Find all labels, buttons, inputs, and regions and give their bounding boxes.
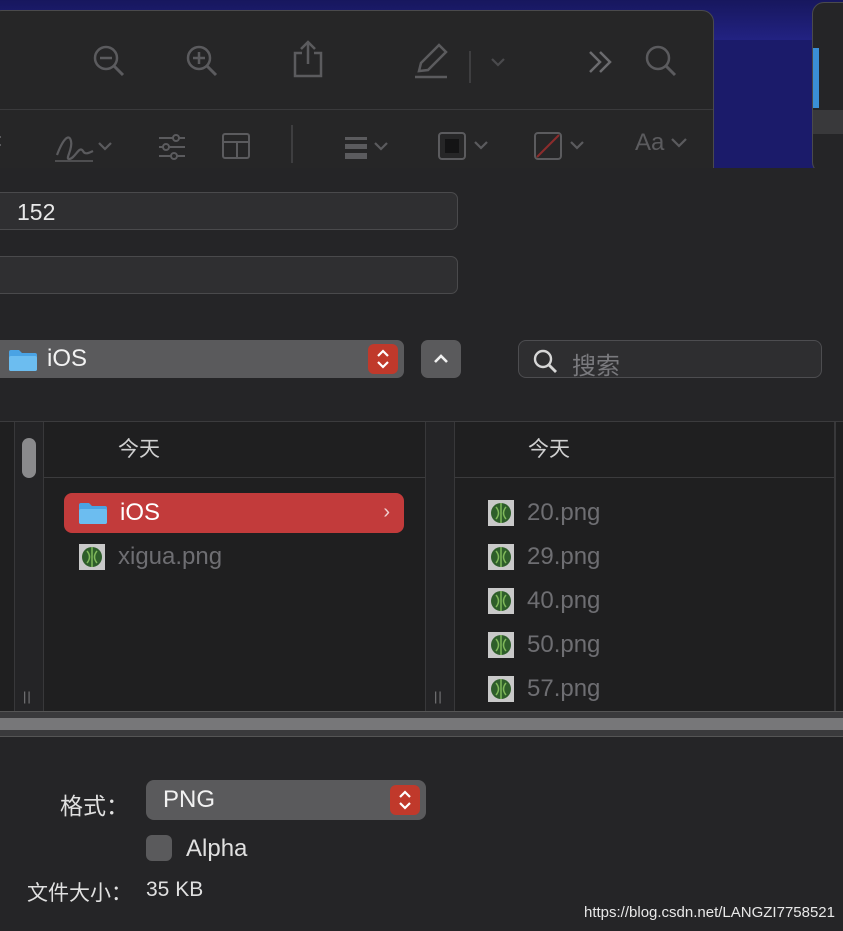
alpha-label: Alpha [186,835,248,862]
border-color-icon[interactable] [437,131,495,161]
layout-icon[interactable] [221,132,251,160]
fill-color-icon[interactable] [533,131,591,161]
scroll-thumb[interactable] [22,438,36,478]
column-resize-handle[interactable]: || [434,689,443,704]
format-select[interactable]: PNG [146,780,426,820]
list-item-label: 20.png [527,499,601,526]
window-content [813,110,843,134]
location-label: iOS [47,345,88,372]
list-item-label: 29.png [527,543,601,570]
list-item-label: 40.png [527,587,601,614]
column-divider[interactable]: || [425,422,455,712]
image-file-icon [78,543,106,571]
adjust-icon[interactable] [157,133,187,161]
file-browser: || 今天 iOS › xigua.png || 今天 20.png 29.pn… [0,421,843,712]
share-icon[interactable] [291,39,325,79]
tags-field[interactable] [0,256,458,294]
signature-icon[interactable] [53,129,115,165]
preview-toolbar-window: Aa [0,10,714,182]
list-item-file[interactable]: 40.png [475,581,600,621]
markup-pen-icon[interactable] [411,41,451,81]
list-item-label: 57.png [527,675,601,702]
updown-stepper-icon [368,344,398,374]
list-item-label: xigua.png [118,543,223,570]
search-placeholder: 搜索 [572,353,620,380]
toolbar-divider [0,109,713,110]
zoom-out-icon[interactable] [91,43,127,79]
column-header-1: 今天 [44,422,425,478]
search-field[interactable]: 搜索 [518,340,822,380]
image-file-icon [487,499,515,527]
column-resize-handle[interactable]: || [23,689,32,704]
chevron-up-icon [434,354,448,363]
toolbar-separator [291,125,293,163]
folder-icon [78,501,108,525]
image-file-icon [487,543,515,571]
list-item-file[interactable]: 50.png [475,625,600,665]
more-icon[interactable] [587,49,615,75]
list-item-label: iOS [120,499,161,526]
save-as-field[interactable]: 152 [0,192,458,230]
image-file-icon [487,631,515,659]
column-header-2: 今天 [455,422,835,478]
chevron-right-icon: › [383,501,390,523]
text-style-label: Aa [635,129,665,156]
image-file-icon [487,587,515,615]
format-label: 格式： [60,793,129,819]
search-icon[interactable] [643,43,679,79]
partial-icon [0,133,3,153]
text-style-icon[interactable]: Aa [635,129,690,157]
file-size-value: 35 KB [146,878,204,901]
window-accent [813,48,819,108]
list-item-file[interactable]: 57.png [475,669,600,709]
zoom-in-icon[interactable] [184,43,220,79]
list-item-ios-folder[interactable]: iOS › [64,493,404,533]
toolbar-separator [469,51,471,83]
save-dialog: 152 iOS 搜索 || 今天 iOS › xigua.png || 今天 2… [0,168,843,931]
scroll-thumb[interactable] [0,718,843,730]
location-select[interactable]: iOS [0,340,404,378]
column-scrollbar[interactable]: || [14,422,44,712]
list-item-file[interactable]: 20.png [475,493,600,533]
horizontal-scrollbar[interactable] [0,711,843,737]
column-divider [834,422,836,712]
updown-stepper-icon [390,785,420,815]
background-window [812,2,843,174]
file-size-label: 文件大小： [27,882,132,905]
line-style-icon[interactable] [343,133,395,161]
alpha-checkbox[interactable] [146,835,172,861]
list-item-xigua[interactable]: xigua.png [64,537,404,577]
list-item-file[interactable]: 29.png [475,537,600,577]
list-item-label: 50.png [527,631,601,658]
chevron-down-icon[interactable] [489,55,507,69]
watermark: https://blog.csdn.net/LANGZI7758521 [584,904,835,921]
folder-icon [8,348,38,377]
image-file-icon [487,675,515,703]
format-value: PNG [163,786,216,813]
magnifier-icon [531,347,559,380]
expand-collapse-button[interactable] [421,340,461,378]
